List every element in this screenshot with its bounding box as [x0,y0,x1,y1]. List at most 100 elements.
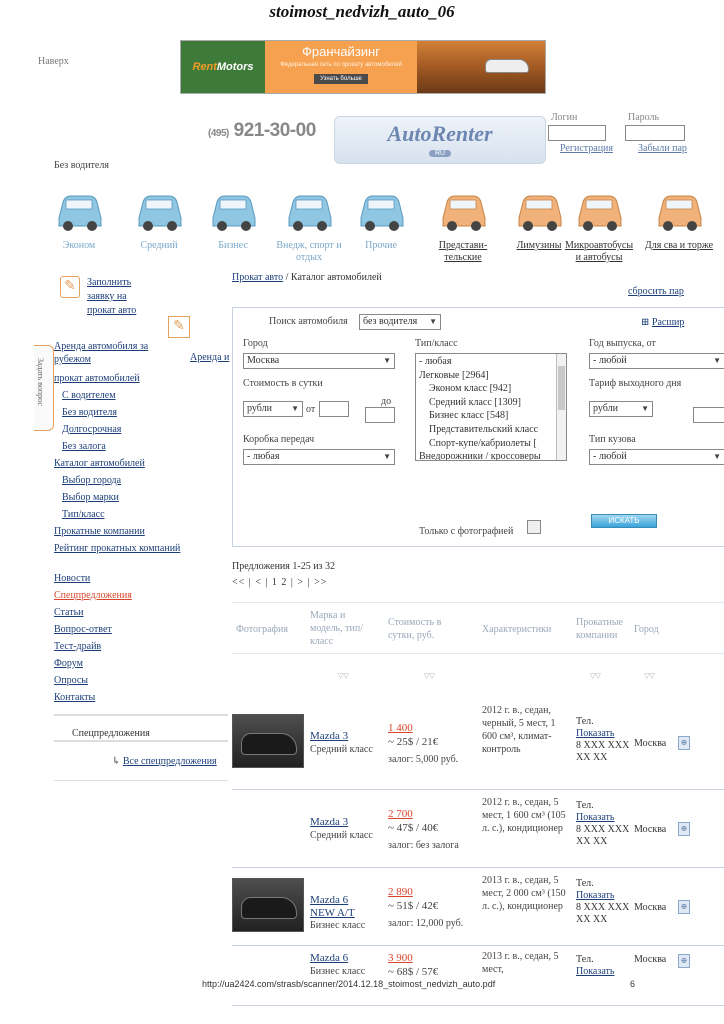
category-3[interactable]: Внедж, спорт и отдых [272,178,346,264]
password-input[interactable] [625,125,685,141]
sidebar-item[interactable]: Выбор города [54,472,180,489]
type-option[interactable]: Легковые [2964] [419,369,563,383]
register-link[interactable]: Регистрация [560,143,613,154]
col-city[interactable]: Город [634,623,659,636]
show-phone-link[interactable]: Показать [576,812,614,823]
body-type-select[interactable]: - любой [589,449,724,465]
type-listbox[interactable]: - любая Легковые [2964] Эконом класс [942]… [415,353,567,461]
gearbox-select[interactable]: - любая [243,449,395,465]
price-rub[interactable]: 2 890 [388,886,413,898]
arenda-link[interactable]: Аренда и [190,351,230,364]
map-icon[interactable]: ⊕ [678,900,690,914]
login-input[interactable] [548,125,606,141]
category-label[interactable]: Бизнес [196,240,270,252]
sort-arrow-icon[interactable]: ▽▽ [338,672,349,680]
sort-arrow-icon[interactable]: ▽▽ [424,672,435,680]
model-link[interactable]: Mazda 6 [310,952,348,965]
type-option[interactable]: Внедорожники / кроссоверы [419,450,563,460]
category-0[interactable]: Эконом [42,178,116,252]
car-photo[interactable] [232,878,304,932]
currency-select[interactable]: рубли [243,401,303,417]
price-rub[interactable]: 2 700 [388,808,413,820]
sidebar-item[interactable]: Опросы [54,672,132,689]
sort-arrow-icon[interactable]: ▽▽ [590,672,601,680]
search-button[interactable]: ИСКАТЬ [591,514,657,528]
category-5[interactable]: Представи-тельские [426,178,500,264]
col-company[interactable]: Прокатные компании [576,616,632,642]
category-7[interactable]: Микроавтобусы и автобусы [562,178,636,264]
sidebar-item[interactable]: прокат автомобилей [54,370,180,387]
model-link[interactable]: Mazda 3 [310,816,348,829]
tariff-currency-select[interactable]: рубли [589,401,653,417]
sidebar-item[interactable]: Аренда автомобиля за рубежом [54,340,154,366]
breadcrumb-link[interactable]: Прокат авто [232,272,283,283]
sidebar-item[interactable]: Контакты [54,689,132,706]
reset-filters-link[interactable]: сбросить пар [628,286,684,297]
sidebar-item[interactable]: Вопрос-ответ [54,621,132,638]
listbox-scrollbar[interactable] [556,354,566,460]
map-icon[interactable]: ⊕ [678,954,690,968]
forgot-password-link[interactable]: Забыли пар [638,143,687,154]
banner-button[interactable]: Узнать больше [314,74,368,84]
category-4[interactable]: Прочие [344,178,418,252]
type-option[interactable]: Представительский класс [419,423,563,437]
to-top-link[interactable]: Наверх [38,56,69,67]
category-1[interactable]: Средний [122,178,196,252]
price-rub[interactable]: 1 400 [388,722,413,734]
category-label[interactable]: Прочие [344,240,418,252]
price-from-input[interactable] [319,401,349,417]
category-2[interactable]: Бизнес [196,178,270,252]
sidebar-item[interactable]: Каталог автомобилей [54,455,180,472]
year-select[interactable]: - любой [589,353,724,369]
map-icon[interactable]: ⊕ [678,736,690,750]
sidebar-item[interactable]: Прокатные компании [54,523,180,540]
show-phone-link[interactable]: Показать [576,728,614,739]
sidebar-item[interactable]: Долгосрочная [54,421,180,438]
type-option[interactable]: Бизнес класс [548] [419,409,563,423]
col-model[interactable]: Марка и модель, тип/класс [310,609,376,648]
sidebar-item[interactable]: Выбор марки [54,489,180,506]
type-option[interactable]: Средний класс [1309] [419,396,563,410]
category-label[interactable]: Эконом [42,240,116,252]
city-select[interactable]: Москва [243,353,395,369]
type-option[interactable]: Спорт-купе/кабриолеты [ [419,437,563,451]
sort-arrow-icon[interactable]: ▽▽ [644,672,655,680]
car-photo[interactable] [232,714,304,768]
category-label[interactable]: Средний [122,240,196,252]
price-to-input[interactable] [365,407,395,423]
sidebar-item[interactable]: Без водителя [54,404,180,421]
category-label[interactable]: Представи-тельские [426,240,500,264]
model-link[interactable]: Mazda 6 NEW A/T [310,894,360,920]
pagination[interactable]: << | < | 1 2 | > | >> [232,577,327,588]
ask-question-tab[interactable]: Задать вопрос [34,345,54,431]
show-phone-link[interactable]: Показать [576,966,614,977]
sidebar-item[interactable]: Тест-драйв [54,638,132,655]
request-form-text[interactable]: Заполнить заявку на прокат авто [87,276,157,318]
sidebar-item[interactable]: Спецпредложения [54,587,132,604]
category-label[interactable]: Внедж, спорт и отдых [272,240,346,264]
category-label[interactable]: Для сва и торже [642,240,716,252]
category-label[interactable]: Микроавтобусы и автобусы [562,240,636,264]
sidebar-item[interactable]: Тип/класс [54,506,180,523]
map-icon[interactable]: ⊕ [678,822,690,836]
franchise-banner[interactable]: Rent Motors Франчайзинг Федеральная сеть … [180,40,546,94]
tariff-input[interactable] [693,407,724,423]
sidebar-item[interactable]: Без залога [54,438,180,455]
autorenter-logo[interactable]: AutoRenter RU [334,116,546,164]
photo-only-checkbox[interactable] [527,520,541,534]
sidebar-item[interactable]: Форум [54,655,132,672]
driver-mode-select[interactable]: без водителя [359,314,441,330]
type-option[interactable]: Эконом класс [942] [419,382,563,396]
all-special-offers-link[interactable]: ↳ Все спецпредложения [112,756,217,767]
col-price[interactable]: Стоимость в сутки, руб. [388,616,468,642]
scroll-thumb[interactable] [558,366,565,410]
model-link[interactable]: Mazda 3 [310,730,348,743]
extended-search-link[interactable]: ⊞ Расшир [641,317,684,328]
price-rub[interactable]: 3 900 [388,952,413,964]
sidebar-item[interactable]: С водителем [54,387,180,404]
sidebar-item[interactable]: Статьи [54,604,132,621]
type-option[interactable]: - любая [419,355,563,369]
sidebar-item[interactable]: Новости [54,570,132,587]
category-8[interactable]: Для сва и торже [642,178,716,252]
sidebar-item[interactable]: Рейтинг прокатных компаний [54,540,180,557]
